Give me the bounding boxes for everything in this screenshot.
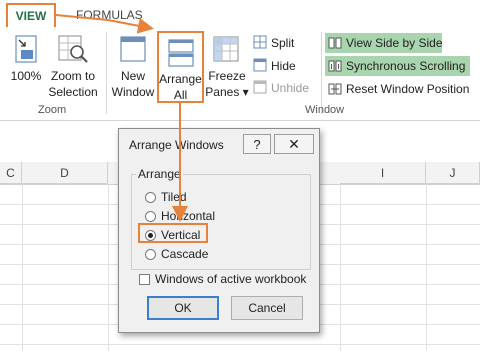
radio-horizontal[interactable]: Horizontal bbox=[145, 208, 215, 224]
column-header-d[interactable]: D bbox=[22, 162, 108, 184]
synchronous-scrolling-button[interactable]: Synchronous Scrolling bbox=[325, 56, 470, 76]
new-window-icon bbox=[120, 36, 146, 62]
close-button[interactable]: ✕ bbox=[274, 134, 314, 154]
dialog-title: Arrange Windows bbox=[129, 138, 224, 152]
gridline bbox=[108, 184, 109, 351]
reset-window-position-icon bbox=[328, 83, 342, 95]
cancel-button[interactable]: Cancel bbox=[231, 296, 303, 320]
unhide-icon bbox=[253, 80, 267, 94]
hide-label: Hide bbox=[271, 59, 296, 73]
windows-of-active-workbook-checkbox[interactable]: Windows of active workbook bbox=[139, 271, 306, 287]
ribbon-tab-bar: VIEW FORMULAS bbox=[0, 0, 480, 29]
view-side-by-side-button[interactable]: View Side by Side bbox=[325, 33, 443, 53]
group-zoom-label: Zoom bbox=[38, 104, 67, 116]
radio-button[interactable] bbox=[145, 211, 156, 222]
radio-tiled[interactable]: Tiled bbox=[145, 189, 187, 205]
gridline bbox=[340, 184, 341, 351]
divider bbox=[321, 32, 322, 114]
tab-formulas[interactable]: FORMULAS bbox=[76, 8, 143, 22]
group-window-label: Window bbox=[305, 104, 345, 116]
arrange-all-label-2: All bbox=[173, 88, 188, 102]
new-window-label-1: New bbox=[120, 69, 145, 83]
radio-label: Horizontal bbox=[161, 209, 216, 223]
radio-button[interactable] bbox=[145, 249, 156, 260]
divider bbox=[106, 32, 107, 114]
freeze-panes-label-2: Panes ▾ bbox=[205, 85, 249, 99]
hide-icon bbox=[253, 58, 267, 72]
zoom-to-selection-label-2: Selection bbox=[48, 85, 98, 99]
column-header-i[interactable]: I bbox=[340, 162, 426, 184]
new-window-label-2: Window bbox=[111, 85, 155, 99]
view-side-by-side-icon bbox=[328, 37, 342, 49]
radio-button[interactable] bbox=[145, 192, 156, 203]
ok-button[interactable]: OK bbox=[147, 296, 219, 320]
split-label: Split bbox=[271, 36, 295, 50]
freeze-panes-label-1: Freeze bbox=[208, 69, 246, 83]
zoom-to-selection-label-1: Zoom to bbox=[50, 69, 95, 83]
arrange-all-button[interactable]: Arrange All bbox=[157, 31, 204, 103]
split-icon bbox=[253, 35, 267, 49]
radio-cascade[interactable]: Cascade bbox=[145, 246, 208, 262]
unhide-label: Unhide bbox=[271, 81, 310, 95]
arrange-all-icon bbox=[168, 39, 194, 67]
vertical-option-highlight bbox=[138, 223, 208, 243]
help-button[interactable]: ? bbox=[243, 134, 271, 154]
gridline bbox=[22, 184, 23, 351]
gridline bbox=[426, 184, 427, 351]
view-side-by-side-label: View Side by Side bbox=[346, 36, 443, 50]
column-header-c[interactable]: C bbox=[0, 162, 22, 184]
arrange-group-label: Arrange bbox=[136, 167, 183, 181]
arrange-all-label-1: Arrange bbox=[159, 72, 202, 86]
zoom-to-selection-icon bbox=[58, 35, 88, 63]
checkbox-label: Windows of active workbook bbox=[155, 272, 307, 286]
radio-label: Tiled bbox=[161, 190, 187, 204]
checkbox[interactable] bbox=[139, 274, 150, 285]
synchronous-scrolling-label: Synchronous Scrolling bbox=[346, 59, 466, 73]
reset-window-position-button[interactable]: Reset Window Position bbox=[325, 79, 475, 99]
tab-view[interactable]: VIEW bbox=[6, 3, 56, 27]
freeze-panes-icon bbox=[213, 36, 239, 62]
gridline bbox=[0, 344, 480, 345]
ribbon: 100% Zoom to Selection Zoom New Window F… bbox=[0, 28, 480, 121]
synchronous-scrolling-icon bbox=[328, 60, 342, 72]
column-header-j[interactable]: J bbox=[426, 162, 480, 184]
reset-window-position-label: Reset Window Position bbox=[346, 82, 470, 96]
radio-label: Cascade bbox=[161, 247, 209, 261]
zoom-100-label: 100% bbox=[10, 69, 42, 83]
zoom-100-icon bbox=[15, 35, 37, 63]
